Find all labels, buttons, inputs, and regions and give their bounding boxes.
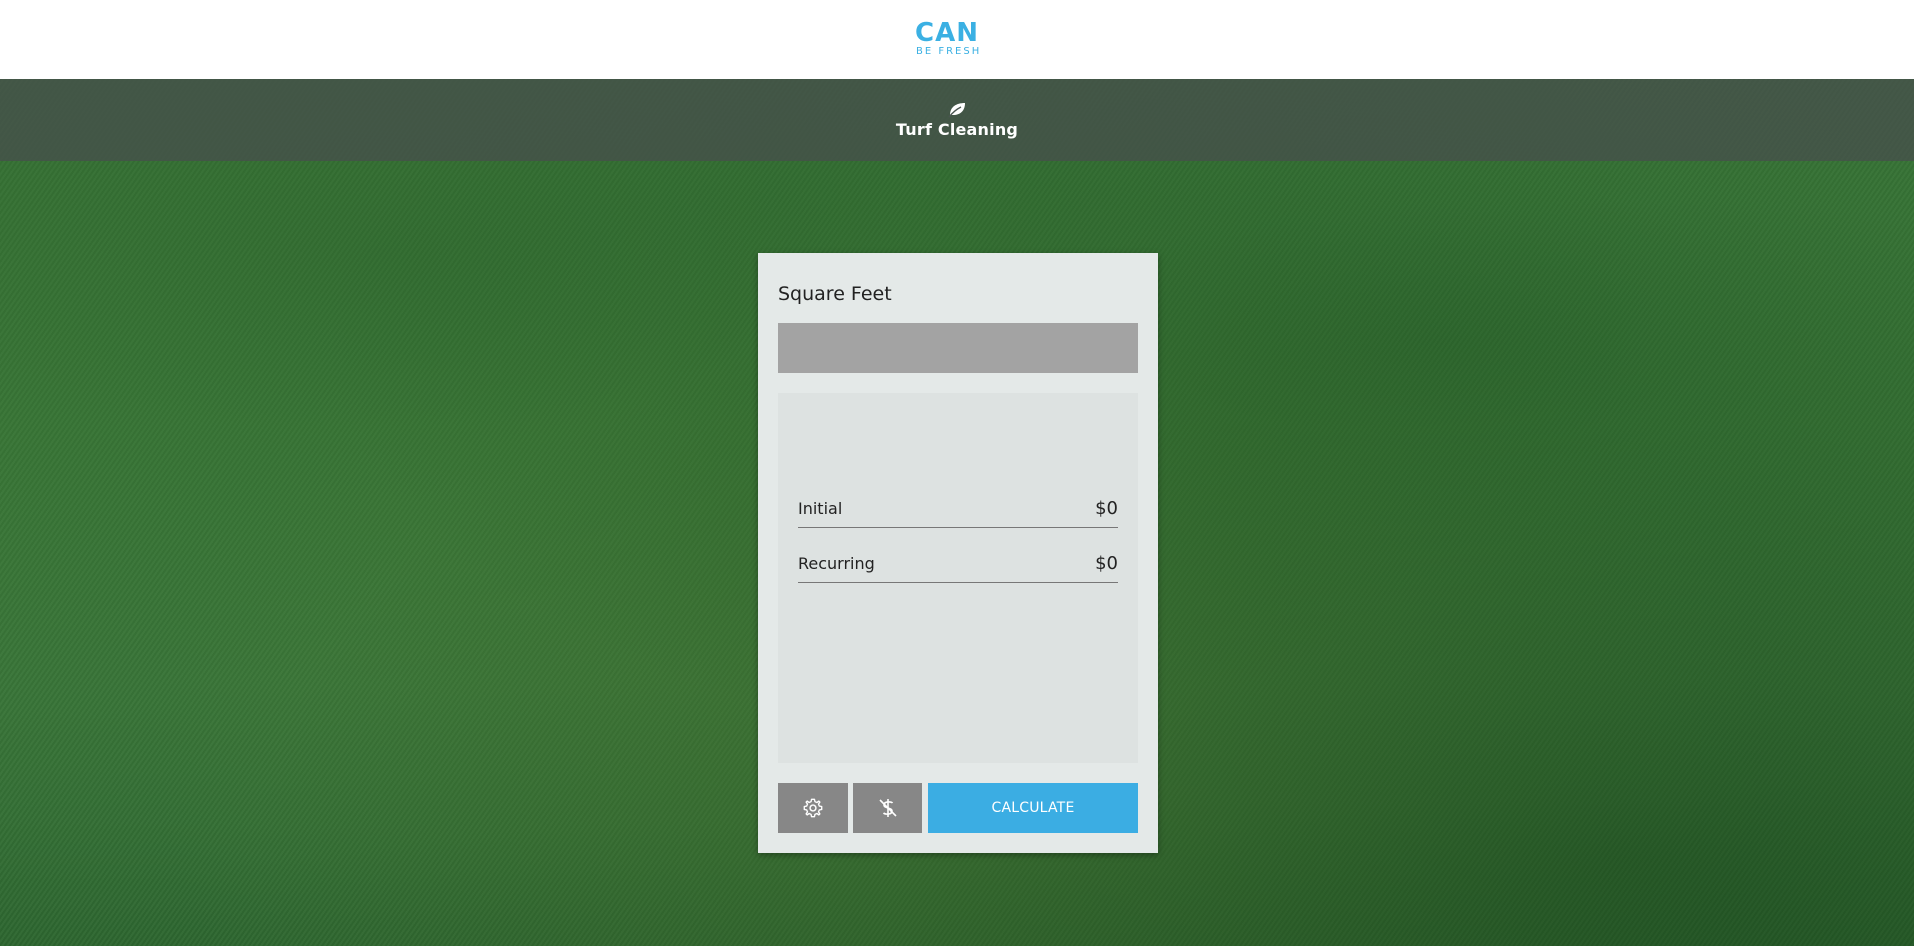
result-row-recurring: Recurring $0: [798, 544, 1118, 583]
page-title-banner: Turf Cleaning: [0, 79, 1914, 161]
settings-button[interactable]: [778, 783, 848, 833]
top-header: CAN BE FRESH: [0, 0, 1914, 79]
page-title: Turf Cleaning: [895, 119, 1019, 139]
initial-value: $0: [1095, 497, 1118, 519]
logo-text-bottom: BE FRESH: [916, 45, 982, 57]
toggle-pricing-button[interactable]: [853, 783, 922, 833]
recurring-value: $0: [1095, 552, 1118, 574]
calculator-card: Square Feet Initial $0 Recurring $0 CALC…: [758, 253, 1158, 853]
square-feet-input[interactable]: [778, 323, 1138, 373]
dollar-off-icon: [878, 799, 897, 817]
square-feet-label: Square Feet: [778, 283, 892, 305]
logo-text-top: CAN: [915, 17, 979, 48]
gear-icon: [803, 798, 823, 818]
recurring-label: Recurring: [798, 553, 875, 573]
calculate-button[interactable]: CALCULATE: [928, 783, 1138, 833]
can-be-fresh-logo[interactable]: CAN BE FRESH: [915, 20, 999, 60]
initial-label: Initial: [798, 498, 843, 518]
results-panel: Initial $0 Recurring $0: [778, 393, 1138, 763]
result-row-initial: Initial $0: [798, 489, 1118, 528]
leaf-icon: [948, 102, 965, 117]
